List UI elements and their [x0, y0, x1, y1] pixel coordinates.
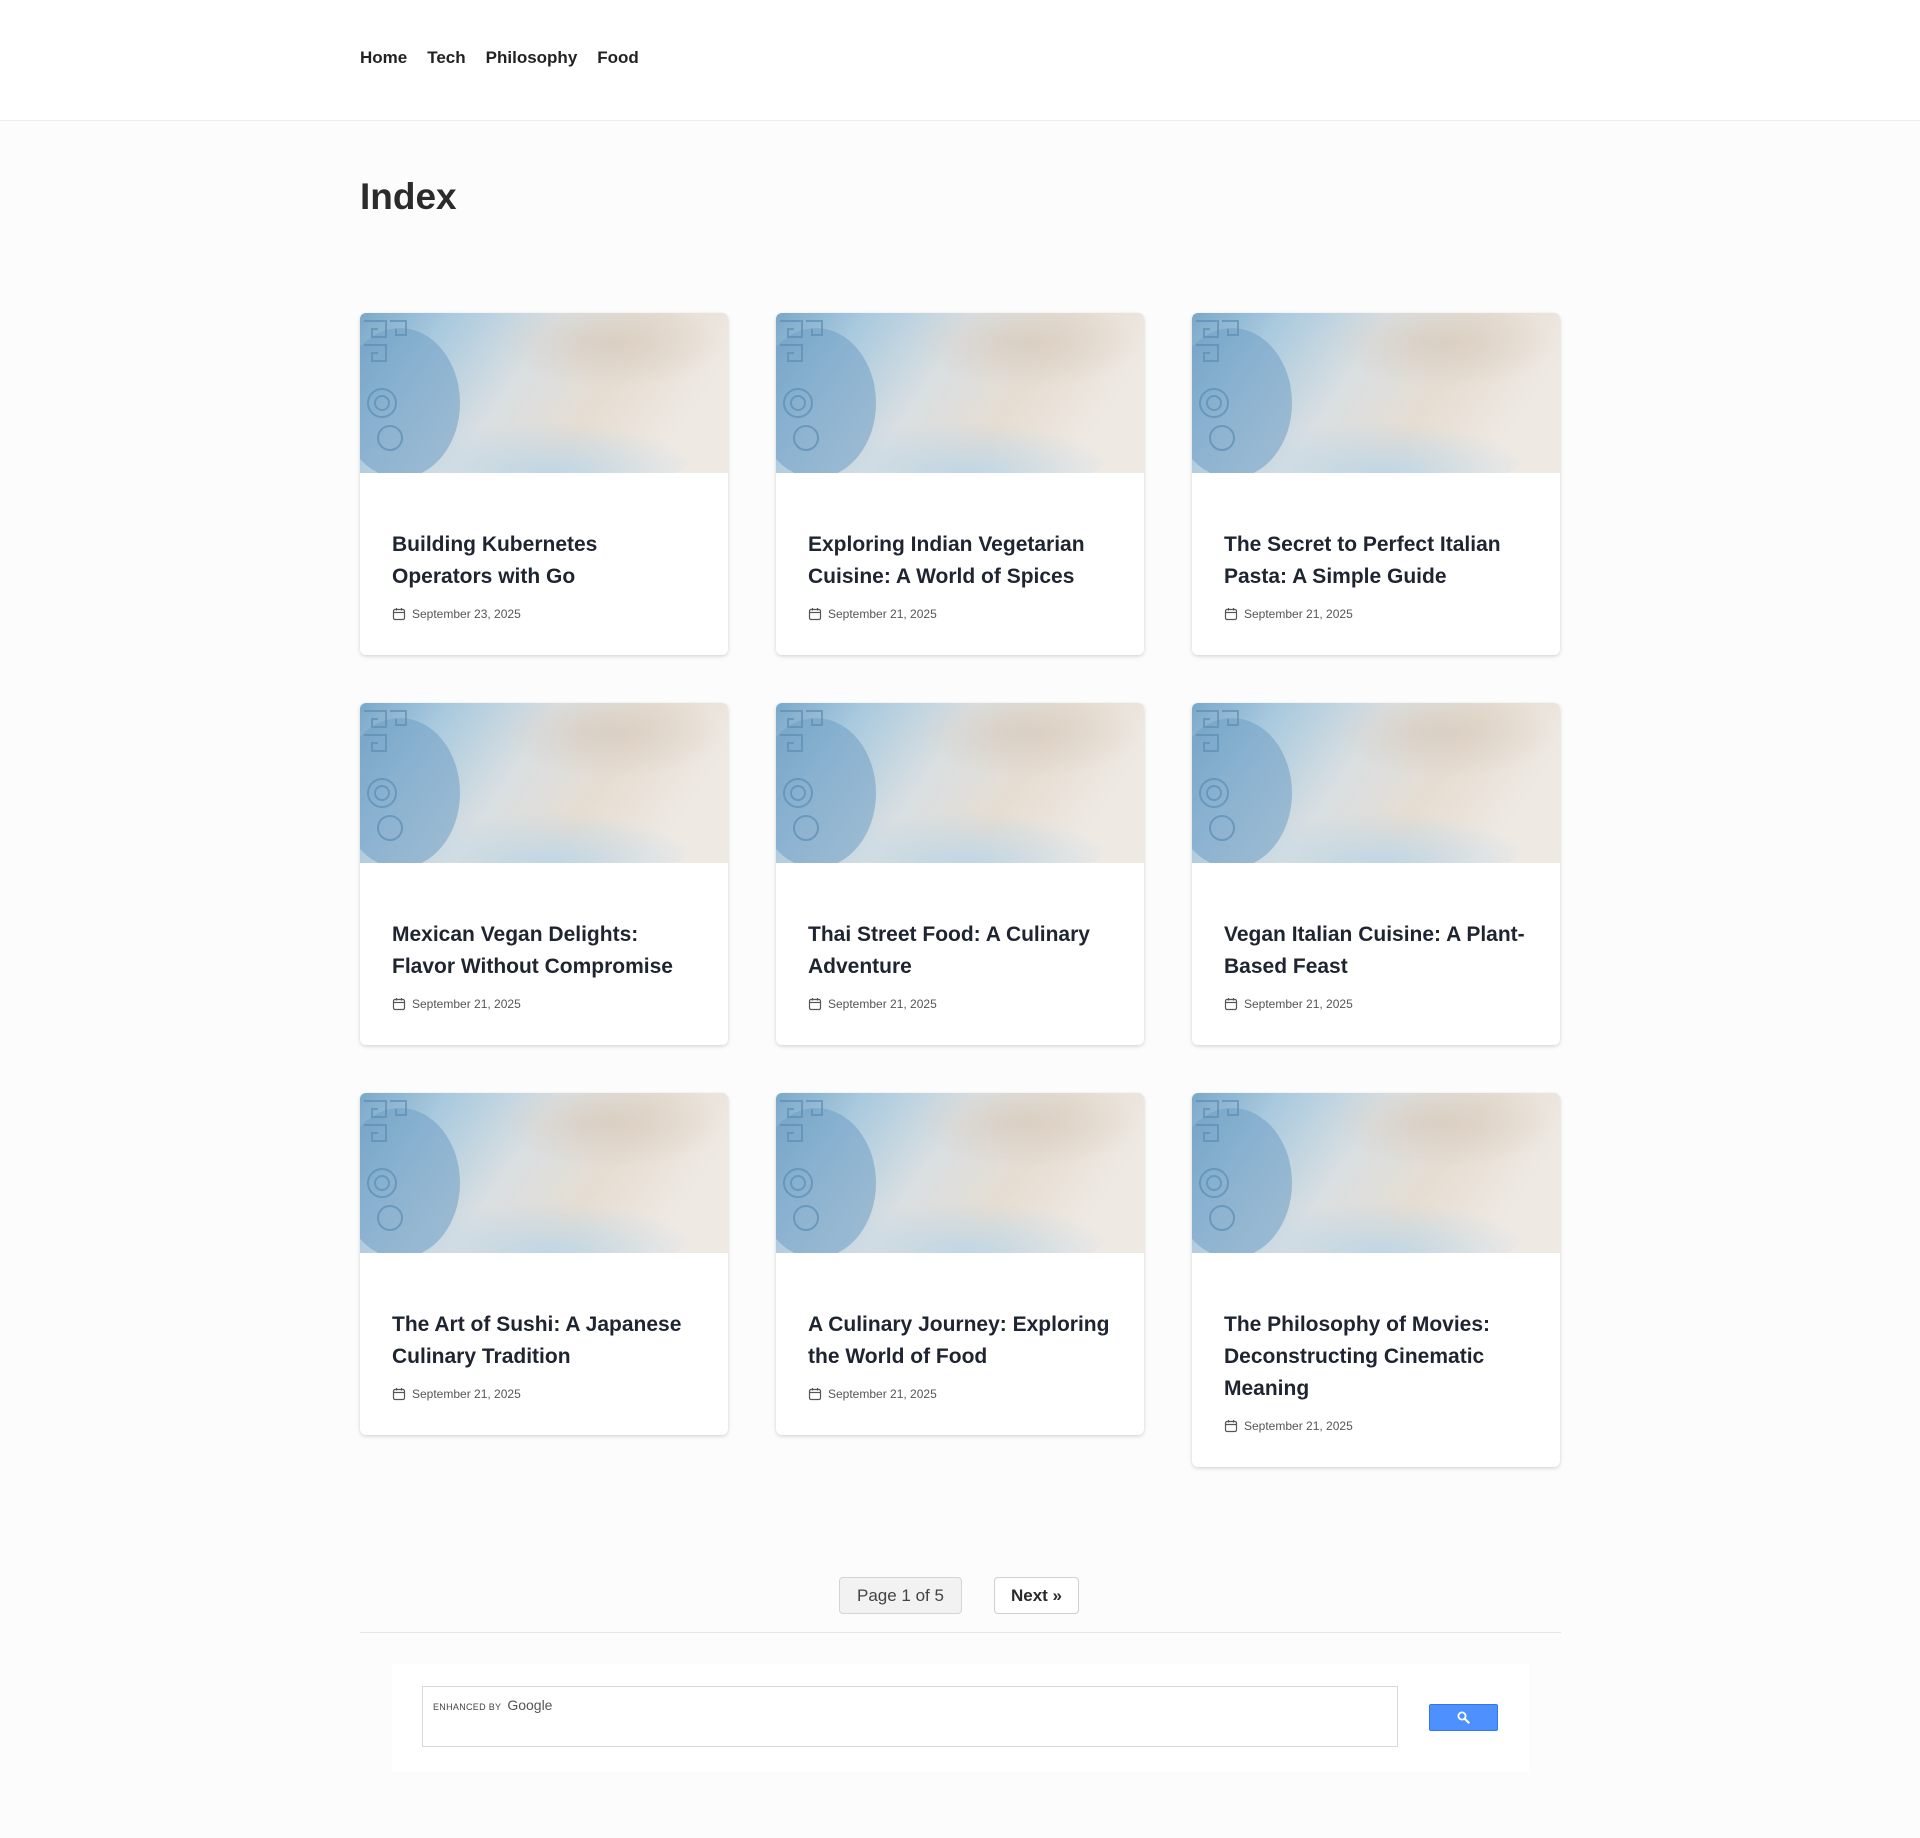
- post-meta: September 21, 2025: [808, 1387, 1112, 1401]
- post-title[interactable]: Exploring Indian Vegetarian Cuisine: A W…: [808, 529, 1112, 593]
- post-date: September 21, 2025: [1244, 1419, 1353, 1433]
- post-title[interactable]: Thai Street Food: A Culinary Adventure: [808, 919, 1112, 983]
- post-title[interactable]: The Art of Sushi: A Japanese Culinary Tr…: [392, 1309, 696, 1373]
- post-card[interactable]: The Art of Sushi: A Japanese Culinary Tr…: [360, 1093, 728, 1435]
- google-search-box: ENHANCED BY Google: [392, 1664, 1529, 1772]
- calendar-icon: [808, 997, 822, 1011]
- post-title[interactable]: The Philosophy of Movies: Deconstructing…: [1224, 1309, 1528, 1405]
- site-header: Home Tech Philosophy Food: [0, 0, 1920, 121]
- post-thumbnail: [776, 313, 1144, 473]
- post-title[interactable]: Building Kubernetes Operators with Go: [392, 529, 696, 593]
- post-meta: September 23, 2025: [392, 607, 696, 621]
- post-card[interactable]: Thai Street Food: A Culinary Adventure S…: [776, 703, 1144, 1045]
- post-thumbnail: [1192, 1093, 1560, 1253]
- post-thumbnail: [360, 313, 728, 473]
- calendar-icon: [808, 607, 822, 621]
- calendar-icon: [1224, 997, 1238, 1011]
- enhanced-by-label: ENHANCED BY: [433, 1702, 502, 1712]
- post-grid: Building Kubernetes Operators with Go Se…: [360, 313, 1561, 1467]
- post-card[interactable]: Building Kubernetes Operators with Go Se…: [360, 313, 728, 655]
- page-indicator: Page 1 of 5: [839, 1577, 962, 1614]
- post-date: September 21, 2025: [828, 607, 937, 621]
- post-date: September 21, 2025: [412, 1387, 521, 1401]
- post-card[interactable]: Exploring Indian Vegetarian Cuisine: A W…: [776, 313, 1144, 655]
- post-card[interactable]: A Culinary Journey: Exploring the World …: [776, 1093, 1144, 1435]
- post-meta: September 21, 2025: [1224, 607, 1528, 621]
- post-card[interactable]: Vegan Italian Cuisine: A Plant-Based Fea…: [1192, 703, 1560, 1045]
- post-title[interactable]: The Secret to Perfect Italian Pasta: A S…: [1224, 529, 1528, 593]
- search-watermark: ENHANCED BY Google: [433, 1697, 552, 1713]
- post-date: September 21, 2025: [1244, 997, 1353, 1011]
- post-thumbnail: [776, 703, 1144, 863]
- post-date: September 23, 2025: [412, 607, 521, 621]
- calendar-icon: [392, 607, 406, 621]
- google-logo: Google: [507, 1697, 553, 1713]
- post-meta: September 21, 2025: [392, 1387, 696, 1401]
- page-title: Index: [360, 176, 457, 217]
- post-thumbnail: [360, 1093, 728, 1253]
- post-meta: September 21, 2025: [808, 607, 1112, 621]
- calendar-icon: [808, 1387, 822, 1401]
- post-meta: September 21, 2025: [1224, 997, 1528, 1011]
- pagination: Page 1 of 5 Next »: [0, 1577, 1920, 1614]
- nav-home[interactable]: Home: [360, 48, 407, 68]
- nav-food[interactable]: Food: [597, 48, 639, 68]
- post-thumbnail: [360, 703, 728, 863]
- post-meta: September 21, 2025: [392, 997, 696, 1011]
- divider: [360, 1632, 1561, 1633]
- search-input[interactable]: ENHANCED BY Google: [422, 1686, 1398, 1747]
- calendar-icon: [1224, 607, 1238, 621]
- search-icon: [1457, 1711, 1470, 1724]
- calendar-icon: [392, 1387, 406, 1401]
- post-date: September 21, 2025: [1244, 607, 1353, 621]
- post-date: September 21, 2025: [828, 997, 937, 1011]
- next-page-button[interactable]: Next »: [993, 1577, 1079, 1614]
- post-card[interactable]: The Secret to Perfect Italian Pasta: A S…: [1192, 313, 1560, 655]
- nav-philosophy[interactable]: Philosophy: [486, 48, 578, 68]
- main-nav: Home Tech Philosophy Food: [360, 48, 639, 68]
- post-date: September 21, 2025: [828, 1387, 937, 1401]
- post-card[interactable]: Mexican Vegan Delights: Flavor Without C…: [360, 703, 728, 1045]
- post-thumbnail: [776, 1093, 1144, 1253]
- post-meta: September 21, 2025: [1224, 1419, 1528, 1433]
- post-thumbnail: [1192, 313, 1560, 473]
- post-date: September 21, 2025: [412, 997, 521, 1011]
- nav-tech[interactable]: Tech: [427, 48, 465, 68]
- calendar-icon: [1224, 1419, 1238, 1433]
- post-title[interactable]: Vegan Italian Cuisine: A Plant-Based Fea…: [1224, 919, 1528, 983]
- post-thumbnail: [1192, 703, 1560, 863]
- post-title[interactable]: Mexican Vegan Delights: Flavor Without C…: [392, 919, 696, 983]
- search-button[interactable]: [1429, 1704, 1498, 1731]
- post-meta: September 21, 2025: [808, 997, 1112, 1011]
- calendar-icon: [392, 997, 406, 1011]
- post-title[interactable]: A Culinary Journey: Exploring the World …: [808, 1309, 1112, 1373]
- post-card[interactable]: The Philosophy of Movies: Deconstructing…: [1192, 1093, 1560, 1467]
